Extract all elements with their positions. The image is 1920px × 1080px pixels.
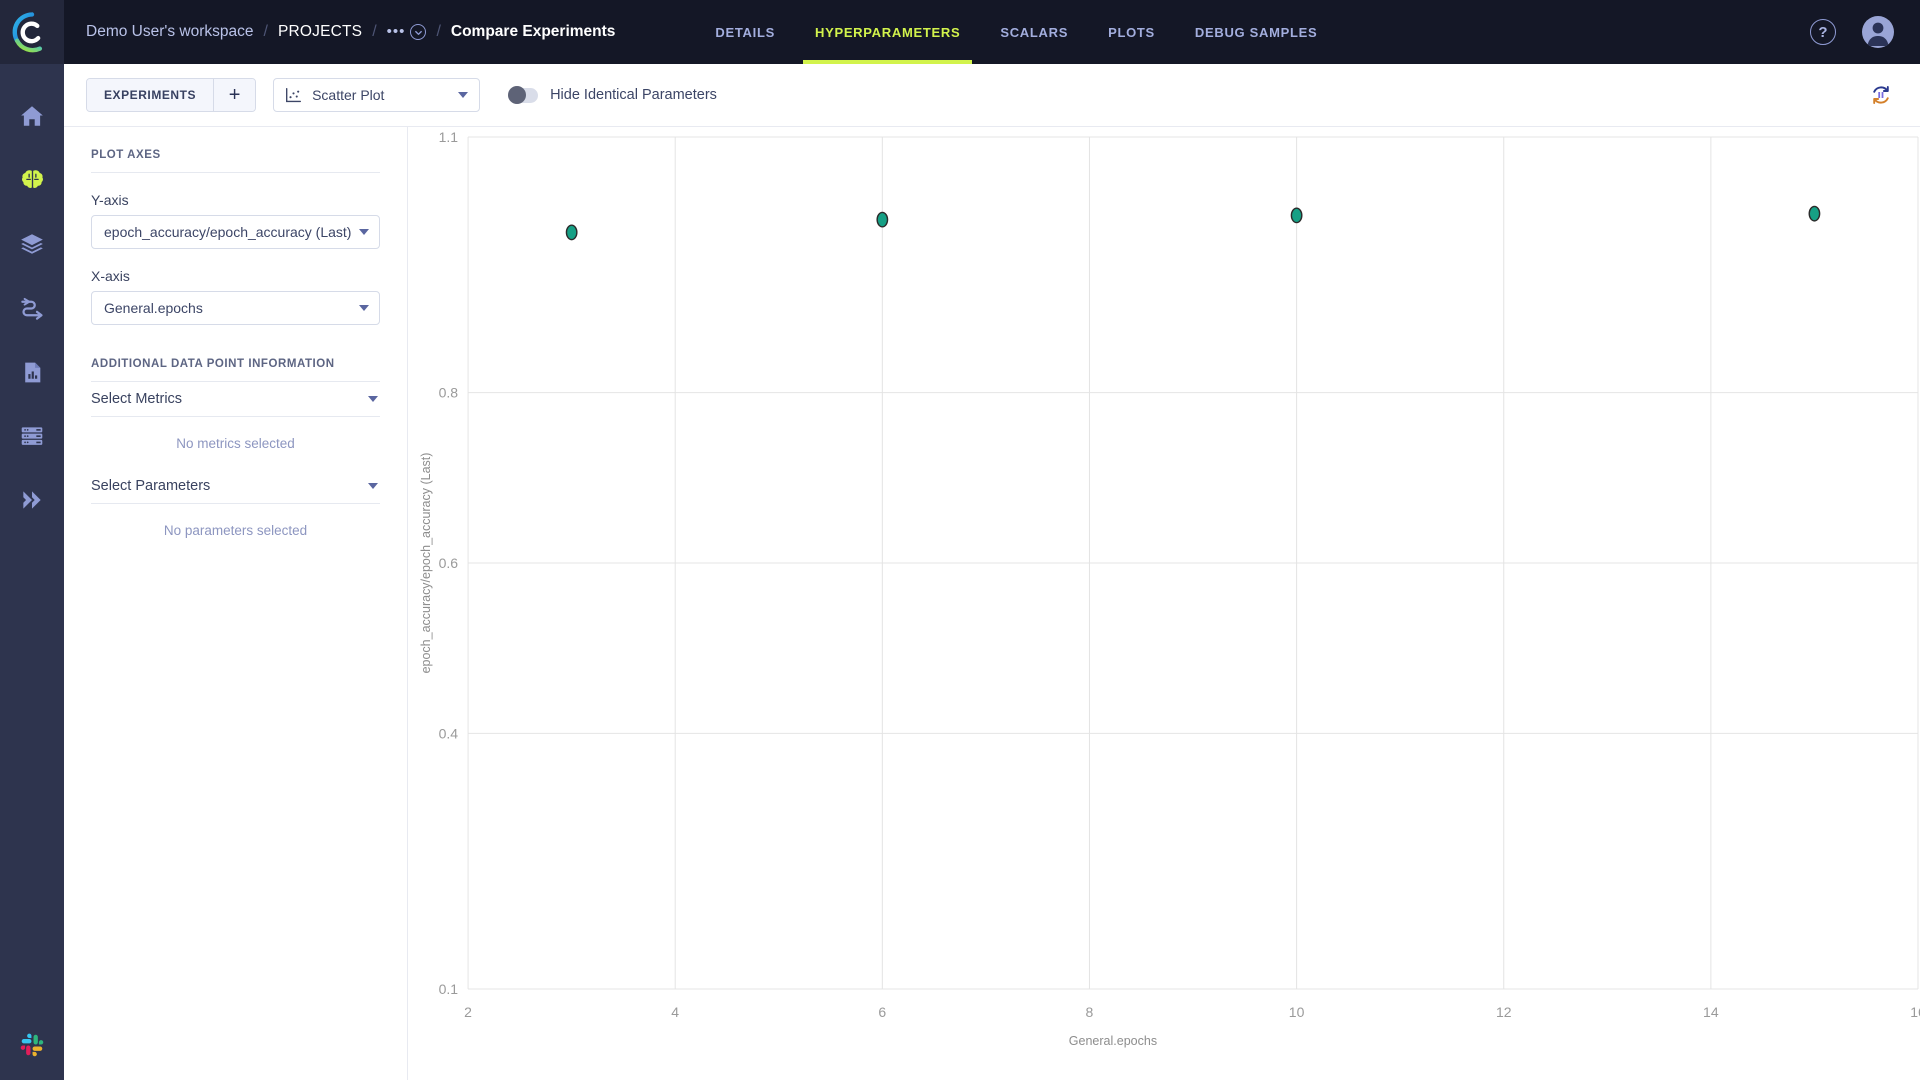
app-root: Demo User's workspace / PROJECTS / ••• /… xyxy=(0,0,1920,1080)
home-icon xyxy=(21,106,43,126)
y-tick-label: 1.1 xyxy=(439,129,459,145)
y-tick-label: 0.1 xyxy=(439,981,459,997)
data-point-1[interactable] xyxy=(876,211,889,228)
add-experiment-button[interactable]: + xyxy=(213,79,256,111)
chevron-down-icon xyxy=(368,396,378,402)
chevron-down-icon xyxy=(458,92,469,98)
chevron-down-icon xyxy=(359,229,369,235)
sidebar-item-reports[interactable] xyxy=(0,340,64,404)
auto-refresh-paused-icon xyxy=(1873,86,1889,104)
sidebar-item-experiments[interactable] xyxy=(0,148,64,212)
content-split: PLOT AXES Y-axis epoch_accuracy/epoch_ac… xyxy=(64,127,1920,1080)
scatter-plot-icon xyxy=(286,87,302,102)
main-content: EXPERIMENTS + Scatter Plot Hide Identica… xyxy=(64,64,1920,1080)
hide-identical-parameters-label: Hide Identical Parameters xyxy=(550,87,717,103)
topbar-actions: ? xyxy=(1810,16,1920,48)
user-avatar-icon xyxy=(1867,22,1889,46)
page-title: Compare Experiments xyxy=(450,23,616,40)
breadcrumb-overflow[interactable]: ••• xyxy=(387,24,427,40)
x-axis-value: General.epochs xyxy=(104,300,203,316)
avatar[interactable] xyxy=(1862,16,1894,48)
breadcrumb-projects[interactable]: PROJECTS xyxy=(278,23,362,41)
select-metrics-label: Select Metrics xyxy=(91,391,183,407)
plot-type-value: Scatter Plot xyxy=(312,87,385,103)
select-parameters-dropdown[interactable]: Select Parameters xyxy=(91,469,380,504)
app-logo[interactable] xyxy=(0,0,64,64)
toggle-track xyxy=(508,86,539,104)
breadcrumb-ellipsis: ••• xyxy=(386,23,406,40)
hide-identical-parameters-toggle[interactable]: Hide Identical Parameters xyxy=(508,86,717,104)
y-tick-label: 0.6 xyxy=(439,555,459,571)
x-tick-label: 8 xyxy=(1086,1004,1094,1020)
experiments-brain-icon xyxy=(21,169,43,192)
top-navigation-bar: Demo User's workspace / PROJECTS / ••• /… xyxy=(0,0,1920,64)
select-parameters-label: Select Parameters xyxy=(91,478,211,494)
tab-details[interactable]: DETAILS xyxy=(695,0,795,64)
auto-refresh-button[interactable] xyxy=(1866,80,1896,110)
y-axis-select[interactable]: epoch_accuracy/epoch_accuracy (Last) xyxy=(91,215,380,249)
x-tick-label: 4 xyxy=(671,1004,679,1020)
clearml-logo-icon xyxy=(12,12,43,53)
sidebar-item-slack[interactable] xyxy=(0,1032,64,1058)
select-metrics-dropdown[interactable]: Select Metrics xyxy=(91,382,380,417)
tab-debug-samples[interactable]: DEBUG SAMPLES xyxy=(1175,0,1338,64)
breadcrumb-separator: / xyxy=(372,23,377,40)
breadcrumb-separator: / xyxy=(436,23,441,40)
y-axis-title: epoch_accuracy/epoch_accuracy (Last) xyxy=(419,453,433,674)
chevron-down-circle-icon[interactable] xyxy=(410,24,427,40)
data-point-3[interactable] xyxy=(1808,205,1821,222)
tab-hyperparameters[interactable]: HYPERPARAMETERS xyxy=(795,0,980,64)
data-point-0[interactable] xyxy=(565,224,578,241)
datasets-layers-icon xyxy=(21,234,43,254)
no-metrics-message: No metrics selected xyxy=(176,436,295,451)
x-tick-label: 2 xyxy=(464,1004,472,1020)
y-axis-value: epoch_accuracy/epoch_accuracy (Last) xyxy=(104,224,352,240)
x-axis-label: X-axis xyxy=(91,268,130,284)
panel-spacer xyxy=(91,325,380,358)
sidebar-item-datasets[interactable] xyxy=(0,212,64,276)
experiments-button-group: EXPERIMENTS + xyxy=(86,78,257,112)
body: EXPERIMENTS + Scatter Plot Hide Identica… xyxy=(0,64,1920,1080)
main-tabs: DETAILS HYPERPARAMETERS SCALARS PLOTS DE… xyxy=(695,0,1337,64)
toggle-knob xyxy=(508,86,527,104)
slack-icon xyxy=(20,1033,44,1057)
sidebar-item-pipelines[interactable] xyxy=(0,276,64,340)
pipelines-icon xyxy=(20,297,43,320)
no-parameters-message: No parameters selected xyxy=(163,523,308,538)
breadcrumb-separator: / xyxy=(263,23,268,40)
data-point-2[interactable] xyxy=(1290,207,1303,224)
x-axis-select[interactable]: General.epochs xyxy=(91,291,380,325)
breadcrumb: Demo User's workspace / PROJECTS / ••• /… xyxy=(86,23,615,41)
x-tick-label: 14 xyxy=(1703,1004,1719,1020)
sidebar-item-applications[interactable] xyxy=(0,468,64,532)
plot-options-panel: PLOT AXES Y-axis epoch_accuracy/epoch_ac… xyxy=(64,127,408,1080)
plot-type-select[interactable]: Scatter Plot xyxy=(273,78,481,112)
y-tick-label: 0.4 xyxy=(439,725,459,741)
tab-plots[interactable]: PLOTS xyxy=(1088,0,1175,64)
x-axis-title: General.epochs xyxy=(1069,1034,1157,1048)
chevron-down-icon xyxy=(359,305,369,311)
plot-axes-section-title: PLOT AXES xyxy=(91,149,380,173)
help-icon[interactable]: ? xyxy=(1810,19,1836,45)
y-tick-label: 0.8 xyxy=(439,385,459,401)
x-tick-label: 6 xyxy=(878,1004,886,1020)
breadcrumb-workspace[interactable]: Demo User's workspace xyxy=(86,23,253,41)
compare-toolbar: EXPERIMENTS + Scatter Plot Hide Identica… xyxy=(64,64,1920,127)
scatter-plot-svg: 0.1 0.4 0.6 0.8 1.1 2 4 6 8 10 12 14 16 General.epoch… xyxy=(419,129,1920,1048)
scatter-plot-chart[interactable]: 0.1 0.4 0.6 0.8 1.1 2 4 6 8 10 12 14 16 General.epoch… xyxy=(408,127,1920,1080)
additional-info-section-title: ADDITIONAL DATA POINT INFORMATION xyxy=(91,358,380,382)
tab-scalars[interactable]: SCALARS xyxy=(980,0,1088,64)
left-navigation-rail xyxy=(0,64,64,1080)
x-tick-label: 12 xyxy=(1496,1004,1512,1020)
y-axis-label: Y-axis xyxy=(91,192,129,208)
experiments-button[interactable]: EXPERIMENTS xyxy=(87,79,214,111)
x-tick-label: 10 xyxy=(1289,1004,1305,1020)
x-tick-label: 16 xyxy=(1910,1004,1920,1020)
applications-chevrons-icon xyxy=(23,491,41,509)
sidebar-item-workers[interactable] xyxy=(0,404,64,468)
chevron-down-icon xyxy=(368,483,378,489)
sidebar-item-home[interactable] xyxy=(0,84,64,148)
reports-icon xyxy=(24,362,40,382)
workers-queues-icon xyxy=(21,427,43,445)
